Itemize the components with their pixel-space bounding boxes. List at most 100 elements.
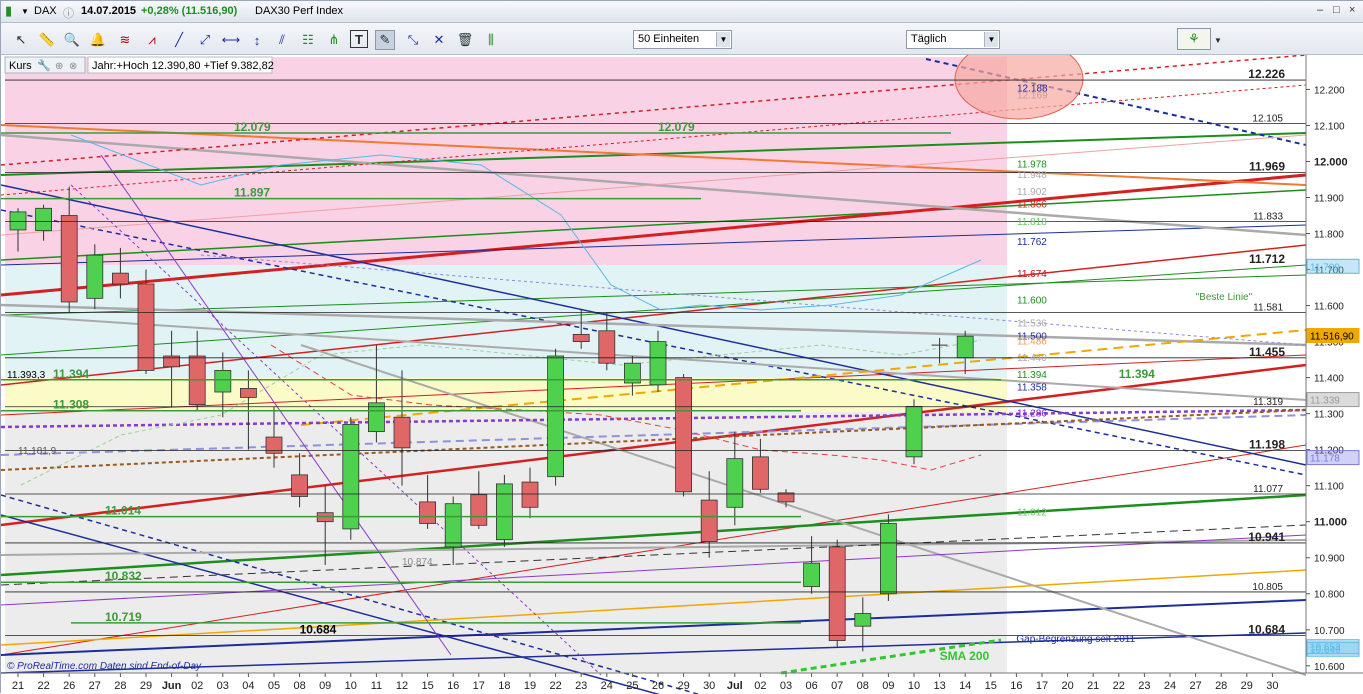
x-tick-label: 30: [703, 680, 715, 692]
pitchfork-icon[interactable]: ⋔: [324, 30, 344, 50]
x-tick-label: 13: [933, 680, 945, 692]
x-tick-label: 27: [89, 680, 101, 692]
left-level-label: 11.393,3: [7, 370, 46, 381]
close-icon[interactable]: ×: [1349, 4, 1355, 16]
vertical-line-icon[interactable]: ↕: [247, 30, 267, 50]
x-tick-label: 24: [601, 680, 613, 692]
chevron-down-icon[interactable]: ▼: [984, 32, 998, 47]
level-label: 11.833: [1253, 212, 1283, 223]
info-icon[interactable]: ⓘ: [63, 5, 74, 21]
level-label: 11.319: [1253, 397, 1283, 408]
chevron-down-icon[interactable]: ▼: [21, 7, 29, 16]
y-tick-label: 10.600: [1314, 662, 1345, 673]
chart-annotation: Gap-Begrenzung seit 2011: [1016, 634, 1135, 645]
candle-body: [547, 355, 564, 478]
cursor-icon[interactable]: ↖: [11, 30, 31, 50]
trash-icon[interactable]: 🗑: [455, 30, 475, 50]
axis-price-badge-label: 11.178: [1310, 454, 1340, 465]
channel-icon[interactable]: ⩘: [142, 30, 162, 50]
x-tick-label: 15: [421, 680, 433, 692]
candle-body: [905, 406, 923, 458]
y-tick-label: 12.100: [1314, 121, 1345, 132]
candle-body: [803, 562, 820, 587]
horizontal-line-icon[interactable]: ⟷: [221, 30, 241, 50]
level-label: 11.455: [1249, 345, 1285, 359]
x-tick-label: 10: [345, 680, 357, 692]
axis-price-badge-label: 11.516,90: [1310, 331, 1354, 342]
x-tick-label: 22: [549, 680, 561, 692]
andrews-icon[interactable]: ⫼: [481, 30, 501, 50]
x-tick-label: 24: [1164, 680, 1176, 692]
pitchfork-alt-icon[interactable]: ⤡: [403, 30, 423, 50]
candle-icon: ▮: [5, 3, 13, 18]
left-level-label: 11.014: [105, 504, 141, 518]
level-label: 11.286: [1017, 409, 1047, 420]
drawing-tools-icon[interactable]: ✎: [375, 30, 395, 50]
fibonacci-icon[interactable]: ≋: [115, 30, 135, 50]
x-tick-label: 28: [114, 680, 126, 692]
candle-body: [86, 254, 104, 299]
x-tick-label: 09: [882, 680, 894, 692]
ray-icon[interactable]: ⤢: [195, 30, 215, 50]
x-tick-label: 26: [652, 680, 664, 692]
maximize-icon[interactable]: □: [1333, 4, 1340, 16]
chart-annotation: "Beste Linie": [1196, 292, 1253, 303]
interval-select-value: Täglich: [911, 33, 947, 45]
level-label: 12.169: [1017, 91, 1048, 102]
x-tick-label: 19: [524, 680, 536, 692]
candle-body: [495, 483, 513, 541]
level-label: 12.105: [1252, 114, 1283, 125]
x-tick-label: 18: [498, 680, 510, 692]
alert-bell-icon[interactable]: 🔔: [88, 30, 108, 50]
chevron-down-icon[interactable]: ▼: [1212, 30, 1224, 50]
y-tick-label: 11.300: [1314, 410, 1344, 421]
level-label: 11.600: [1017, 296, 1047, 307]
axis-price-badge-label: 11.339: [1310, 396, 1340, 407]
level-label: 11.394: [1017, 370, 1047, 381]
left-level-label: 11.897: [234, 186, 270, 200]
x-tick-label: 04: [242, 680, 254, 692]
x-tick-label: 11: [371, 680, 382, 692]
chart-annotation: 11.181,9: [18, 446, 57, 457]
candle-body: [342, 424, 360, 530]
x-tick-label: 21: [1087, 680, 1099, 692]
minimize-icon[interactable]: –: [1317, 4, 1323, 16]
chevron-down-icon[interactable]: ▼: [716, 32, 730, 47]
x-tick-label: 12: [396, 680, 408, 692]
candle-body: [521, 481, 539, 508]
interval-select[interactable]: Täglich ▼: [906, 30, 1000, 49]
level-label: 11.866: [1017, 200, 1047, 211]
level-label: 11.358: [1017, 383, 1047, 394]
x-tick-label: 26: [63, 680, 75, 692]
zoom-icon[interactable]: 🔍: [62, 30, 82, 50]
symbol-label[interactable]: DAX: [34, 5, 57, 17]
parallel-lines-icon[interactable]: ⫽: [272, 30, 292, 50]
level-label: 11.969: [1249, 160, 1285, 174]
ruler-icon[interactable]: 📏: [37, 30, 57, 50]
x-tick-label: 23: [575, 680, 587, 692]
indicator-icon[interactable]: ⚘: [1177, 28, 1211, 50]
close-panel-icon[interactable]: ⊗: [69, 61, 77, 72]
x-tick-label: 22: [37, 680, 49, 692]
wrench-icon[interactable]: 🔧: [37, 58, 51, 72]
left-level-label: 10.719: [105, 610, 142, 624]
candle-body: [9, 211, 27, 231]
background-zone: [5, 57, 1007, 266]
x-tick-label: 09: [319, 680, 331, 692]
level-label: 11.762: [1017, 237, 1047, 248]
units-select[interactable]: 50 Einheiten ▼: [633, 30, 732, 49]
text-icon[interactable]: T: [350, 30, 368, 48]
gann-fan-icon[interactable]: ☷: [298, 30, 318, 50]
level-label: 11.581: [1253, 302, 1283, 313]
level-label: 11.440: [1017, 353, 1047, 364]
level-label: 11.902: [1017, 187, 1047, 198]
cross-lines-icon[interactable]: ✕: [429, 30, 449, 50]
level-label: 11.674: [1017, 269, 1047, 280]
add-indicator-icon[interactable]: ⊕: [55, 61, 63, 72]
toolbar: ↖ 📏 🔍 🔔 ≋ ⩘ ╱ ⤢ ⟷ ↕ ⫽ ☷ ⋔ T ✎ ⤡ ✕ 🗑 ⫼ 50…: [1, 23, 1363, 55]
x-tick-label: 17: [473, 680, 485, 692]
trendline-icon[interactable]: ╱: [169, 30, 189, 50]
x-tick-label: 28: [1215, 680, 1227, 692]
price-chart[interactable]: 21 22 26 27 28 29 Jun 02 03 04 05 08 09 10 11 12 15 16 17 1…: [1, 55, 1363, 694]
instrument-name: DAX30 Perf Index: [255, 5, 344, 17]
